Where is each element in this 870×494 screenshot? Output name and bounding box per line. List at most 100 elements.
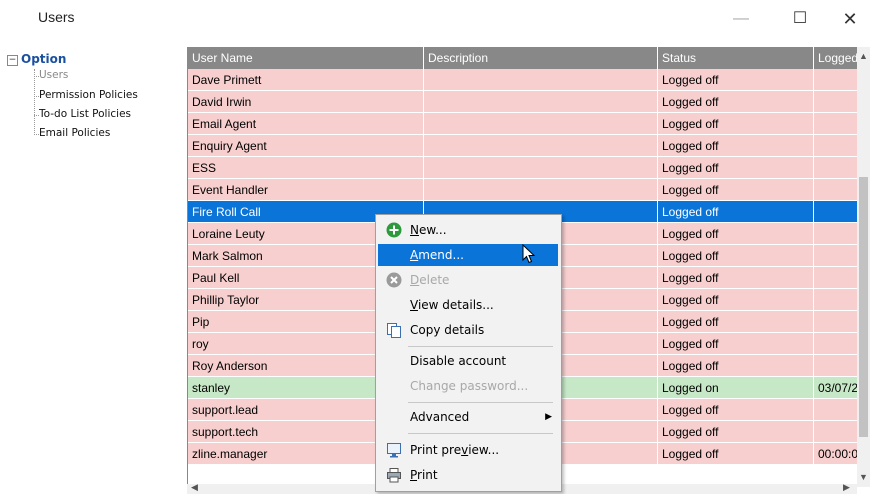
column-header-description[interactable]: Description xyxy=(424,47,658,69)
cell-logged xyxy=(814,179,858,201)
cell-status: Logged off xyxy=(658,267,814,289)
options-tree: − Option Users Permission Policies To-do … xyxy=(7,47,185,487)
menu-item-disable-account[interactable]: Disable account xyxy=(378,350,558,372)
table-row[interactable]: Dave Primett Logged off xyxy=(188,69,858,91)
menu-separator xyxy=(408,433,553,434)
table-row[interactable]: Enquiry Agent Logged off xyxy=(188,135,858,157)
copy-icon xyxy=(387,323,401,338)
cell-logged xyxy=(814,421,858,443)
cell-description xyxy=(424,179,658,201)
scroll-down-icon[interactable]: ▼ xyxy=(859,472,868,482)
cell-status: Logged off xyxy=(658,113,814,135)
menu-separator xyxy=(408,346,553,347)
cell-logged xyxy=(814,69,858,91)
cell-status: Logged off xyxy=(658,179,814,201)
menu-item-delete[interactable]: Delete xyxy=(378,269,558,291)
cell-status: Logged off xyxy=(658,135,814,157)
cell-logged xyxy=(814,399,858,421)
cell-status: Logged off xyxy=(658,69,814,91)
menu-label: New... xyxy=(410,223,447,237)
window-title: Users xyxy=(38,9,75,25)
cell-logged xyxy=(814,311,858,333)
cell-status: Logged off xyxy=(658,289,814,311)
menu-label: Delete xyxy=(410,273,450,287)
tree-root-option[interactable]: − Option xyxy=(7,52,66,66)
menu-item-print[interactable]: Print xyxy=(378,464,558,486)
menu-label: Change password... xyxy=(410,379,529,393)
cell-status: Logged off xyxy=(658,333,814,355)
cell-logged xyxy=(814,91,858,113)
cell-logged xyxy=(814,355,858,377)
menu-label: Print preview... xyxy=(410,443,500,457)
cell-logged xyxy=(814,157,858,179)
delete-icon xyxy=(386,272,402,288)
cell-user-name: ESS xyxy=(188,157,424,179)
cell-description xyxy=(424,91,658,113)
add-icon xyxy=(386,222,402,238)
column-header-status[interactable]: Status xyxy=(658,47,814,69)
tree-connector xyxy=(34,69,35,135)
menu-separator xyxy=(408,402,553,403)
print-preview-icon xyxy=(387,443,401,458)
vertical-scrollbar[interactable]: ▲ ▼ xyxy=(857,47,870,487)
cell-logged xyxy=(814,245,858,267)
tree-item-email-policies[interactable]: Email Policies xyxy=(39,127,110,139)
table-row[interactable]: Email Agent Logged off xyxy=(188,113,858,135)
table-row[interactable]: ESS Logged off xyxy=(188,157,858,179)
menu-item-new[interactable]: New... xyxy=(378,219,558,241)
menu-label: View details... xyxy=(410,298,494,312)
cell-logged xyxy=(814,267,858,289)
menu-label: Disable account xyxy=(410,354,507,368)
tree-item-permission-policies[interactable]: Permission Policies xyxy=(39,89,138,101)
tree-item-users[interactable]: Users xyxy=(39,69,68,81)
title-bar: Users — ☐ ✕ xyxy=(0,0,870,38)
cell-logged xyxy=(814,201,858,223)
collapse-icon[interactable]: − xyxy=(7,55,18,66)
cell-status: Logged off xyxy=(658,157,814,179)
cell-user-name: Event Handler xyxy=(188,179,424,201)
scroll-thumb[interactable] xyxy=(859,177,868,437)
menu-item-advanced[interactable]: Advanced ▶ xyxy=(378,406,558,428)
scroll-left-icon[interactable]: ◀ xyxy=(191,482,198,493)
menu-label: Advanced xyxy=(410,410,470,424)
cell-user-name: Email Agent xyxy=(188,113,424,135)
maximize-button[interactable]: ☐ xyxy=(780,4,820,34)
table-row[interactable]: David Irwin Logged off xyxy=(188,91,858,113)
menu-item-copy-details[interactable]: Copy details xyxy=(378,319,558,341)
cell-status: Logged on xyxy=(658,377,814,399)
mouse-pointer-icon xyxy=(522,244,536,264)
tree-item-todo-list-policies[interactable]: To-do List Policies xyxy=(39,108,131,120)
cell-status: Logged off xyxy=(658,245,814,267)
menu-item-print-preview[interactable]: Print preview... xyxy=(378,439,558,461)
close-button[interactable]: ✕ xyxy=(830,4,870,34)
cell-status: Logged off xyxy=(658,399,814,421)
table-row[interactable]: Event Handler Logged off xyxy=(188,179,858,201)
cell-status: Logged off xyxy=(658,201,814,223)
cell-status: Logged off xyxy=(658,311,814,333)
cell-description xyxy=(424,157,658,179)
printer-icon xyxy=(387,468,401,483)
tree-root-label: Option xyxy=(21,52,67,66)
cell-status: Logged off xyxy=(658,443,814,465)
scroll-right-icon[interactable]: ▶ xyxy=(843,482,850,493)
cell-logged xyxy=(814,333,858,355)
column-header-logged[interactable]: Logged xyxy=(814,47,858,69)
cell-logged: 03/07/2 xyxy=(814,377,858,399)
column-header-user-name[interactable]: User Name xyxy=(188,47,424,69)
cell-description xyxy=(424,113,658,135)
cell-description xyxy=(424,69,658,91)
menu-item-view-details[interactable]: View details... xyxy=(378,294,558,316)
cell-status: Logged off xyxy=(658,421,814,443)
cell-logged xyxy=(814,113,858,135)
cell-status: Logged off xyxy=(658,223,814,245)
cell-logged xyxy=(814,135,858,157)
minimize-button[interactable]: — xyxy=(721,4,761,34)
cell-logged xyxy=(814,289,858,311)
submenu-arrow-icon: ▶ xyxy=(545,412,552,422)
menu-label: Copy details xyxy=(410,323,485,337)
scroll-up-icon[interactable]: ▲ xyxy=(859,51,868,61)
menu-label: Amend... xyxy=(410,248,464,262)
menu-label: Print xyxy=(410,468,438,482)
menu-item-change-password[interactable]: Change password... xyxy=(378,375,558,397)
cell-status: Logged off xyxy=(658,91,814,113)
